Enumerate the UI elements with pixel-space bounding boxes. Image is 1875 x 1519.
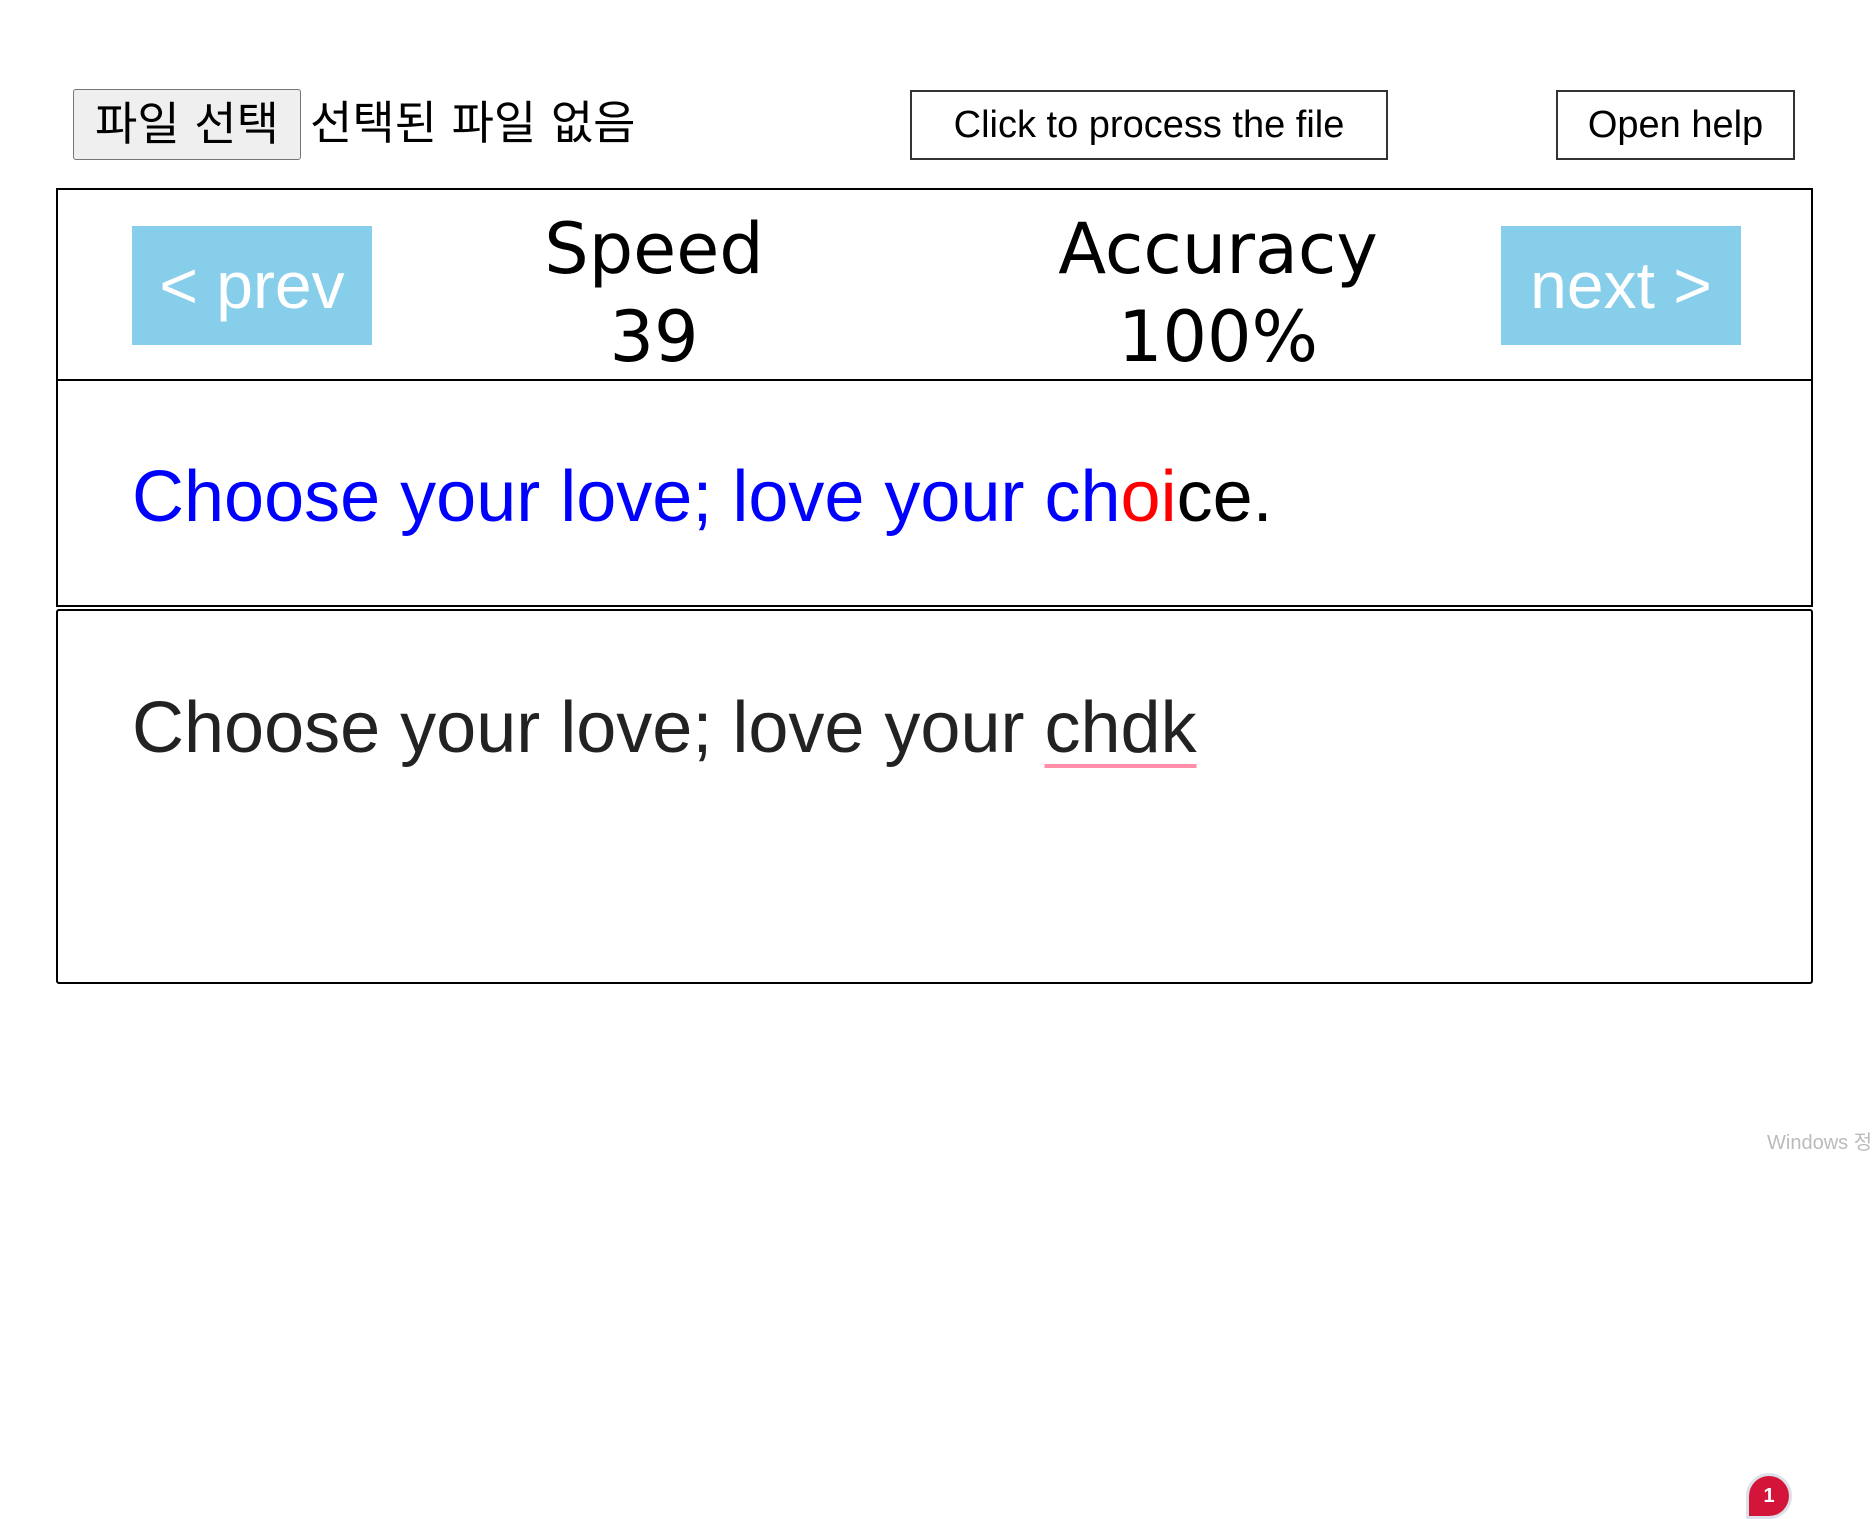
input-prefix: Choose your love; love your bbox=[132, 688, 1045, 768]
speed-value: 39 bbox=[609, 296, 699, 378]
choose-file-button[interactable]: 파일 선택 bbox=[73, 89, 301, 160]
error-text: oi bbox=[1120, 457, 1177, 537]
misspelled-word[interactable]: chdk bbox=[1044, 688, 1196, 768]
open-help-button[interactable]: Open help bbox=[1556, 90, 1795, 160]
process-file-button[interactable]: Click to process the file bbox=[910, 90, 1388, 160]
grammar-check-badge-icon[interactable]: 1 bbox=[1746, 1473, 1792, 1519]
typed-text: Choose your love; love your ch bbox=[132, 457, 1121, 537]
typed-input-text: Choose your love; love your chdk bbox=[132, 687, 1197, 769]
speed-label: Speed bbox=[544, 208, 764, 290]
next-button[interactable]: next > bbox=[1501, 226, 1741, 345]
target-sentence: Choose your love; love your choice. bbox=[132, 456, 1273, 538]
prev-button[interactable]: < prev bbox=[132, 226, 372, 345]
target-sentence-panel: Choose your love; love your choice. bbox=[56, 380, 1813, 607]
file-status: 선택된 파일 없음 bbox=[310, 96, 636, 150]
stats-panel: < prev Speed 39 Accuracy 100% next > bbox=[56, 188, 1813, 381]
accuracy-label: Accuracy bbox=[1058, 208, 1378, 290]
typing-input[interactable]: Choose your love; love your chdk 1 bbox=[56, 609, 1813, 1519]
windows-activation-watermark: Windows 정 bbox=[1767, 1132, 1873, 1154]
accuracy-value: 100% bbox=[1117, 296, 1319, 378]
remaining-text: ce. bbox=[1176, 457, 1273, 537]
